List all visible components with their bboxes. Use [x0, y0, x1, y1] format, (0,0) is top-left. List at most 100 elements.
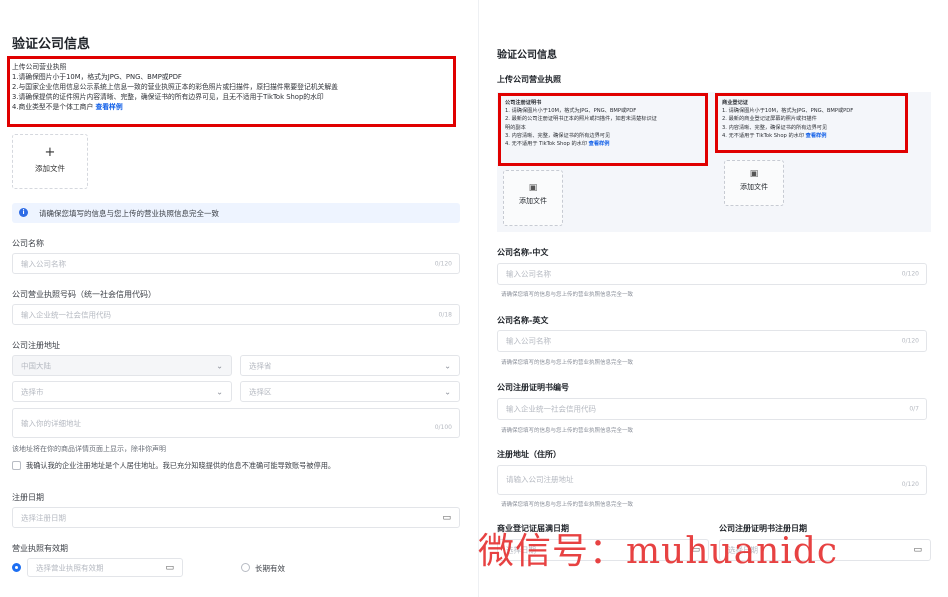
br-upload-label: 添加文件: [740, 183, 768, 191]
info-banner: i 请确保您填写的信息与您上传的营业执照信息完全一致: [12, 203, 460, 223]
br-req-1: 1. 请确保图片小于10M，格式为JPG、PNG、BMP或PDF: [722, 108, 854, 115]
br-sample-link[interactable]: 查看样例: [806, 133, 827, 139]
info-text: 请确保您填写的信息与您上传的营业执照信息完全一致: [39, 209, 219, 218]
validity-label: 营业执照有效期: [12, 544, 68, 553]
cert-number-counter: 0/7: [909, 405, 919, 413]
upload-heading: 上传公司营业执照: [497, 75, 561, 84]
image-icon: ▣: [528, 183, 538, 193]
address-label: 公司注册地址: [12, 341, 60, 350]
cert-req-3: 明的副本: [505, 124, 526, 131]
br-title: 商业登记证: [722, 100, 748, 106]
district-placeholder: 选择区: [249, 387, 272, 396]
left-form-panel: 验证公司信息 上传公司营业执照 1.请确保图片小于10M，格式为JPG、PNG、…: [0, 0, 468, 597]
company-name-placeholder: 输入公司名称: [21, 259, 66, 268]
company-name-input[interactable]: 输入公司名称 0/120: [12, 253, 460, 274]
cert-req-1: 1. 请确保图片小于10M，格式为JPG、PNG、BMP或PDF: [505, 108, 637, 115]
cn-name-input[interactable]: 输入公司名称 0/120: [497, 263, 927, 285]
calendar-icon: ▭: [913, 545, 922, 555]
reg-address-counter: 0/120: [901, 481, 919, 488]
cert-req-5-text: 4. 无不适用于 TikTok Shop 的水印: [505, 141, 588, 148]
validity-date-picker[interactable]: 选择营业执照有效期 ▭: [27, 558, 183, 577]
long-term-radio[interactable]: [241, 563, 250, 572]
page-title: 验证公司信息: [12, 37, 91, 52]
license-number-placeholder: 输入企业统一社会信用代码: [21, 310, 111, 319]
page-title: 验证公司信息: [497, 50, 557, 61]
district-select[interactable]: 选择区 ⌄: [240, 381, 460, 402]
company-name-counter: 0/120: [434, 260, 452, 267]
calendar-icon: ▭: [442, 512, 451, 523]
cn-name-counter: 0/120: [901, 270, 919, 278]
watermark-text: 微信号：muhuanidc: [478, 531, 839, 572]
long-term-label: 长期有效: [255, 564, 285, 573]
requirement-2: 2.与国家企业信用信息公示系统上信息一致的营业执照正本的彩色照片或扫描件，原扫描…: [12, 83, 338, 91]
city-select[interactable]: 选择市 ⌄: [12, 381, 232, 402]
chevron-down-icon: ⌄: [216, 387, 223, 396]
en-name-placeholder: 输入公司名称: [506, 336, 551, 346]
address-detail-counter: 0/100: [434, 424, 452, 431]
province-placeholder: 选择省: [249, 361, 272, 370]
reg-address-placeholder: 请输入公司注册地址: [506, 475, 574, 484]
br-requirements: 商业登记证 1. 请确保图片小于10M，格式为JPG、PNG、BMP或PDF 2…: [722, 99, 853, 140]
cert-number-input[interactable]: 输入企业统一社会信用代码 0/7: [497, 398, 927, 420]
upload-license-button[interactable]: + 添加文件: [12, 134, 88, 189]
cert-req-5: 4. 无不适用于 TikTok Shop 的水印 查看样例: [505, 140, 657, 148]
address-detail-textarea[interactable]: 输入你的详细地址 0/100: [12, 408, 460, 438]
br-req-3: 3. 内容清晰、完整，确保证书的所有边界可见: [722, 124, 828, 131]
cn-name-placeholder: 输入公司名称: [506, 269, 551, 279]
province-select[interactable]: 选择省 ⌄: [240, 355, 460, 376]
en-name-label: 公司名称-英文: [497, 316, 549, 325]
cert-number-hint: 请确保您填写的信息与您上传的营业执照信息完全一致: [501, 428, 634, 434]
validity-date-radio[interactable]: [12, 563, 21, 572]
upload-label: 添加文件: [35, 164, 65, 173]
br-req-2: 2. 最新的商业登记证屏幕的照片或扫描件: [722, 116, 817, 123]
requirement-3: 3.请确保提供的证件照片内容清晰、完整，确保证书的所有边界可见，且无不适用于Ti…: [12, 93, 324, 101]
sample-link[interactable]: 查看样例: [95, 103, 122, 111]
cert-upload-button[interactable]: ▣ 添加文件: [503, 170, 563, 226]
cert-number-placeholder: 输入企业统一社会信用代码: [506, 404, 596, 414]
en-name-hint: 请确保您填写的信息与您上传的营业执照信息完全一致: [501, 360, 634, 366]
country-value: 中国大陆: [21, 361, 51, 370]
br-req-4: 4. 无不适用于 TikTok Shop 的水印 查看样例: [722, 132, 853, 140]
calendar-icon: ▭: [165, 562, 174, 573]
country-select[interactable]: 中国大陆 ⌄: [12, 355, 232, 376]
city-placeholder: 选择市: [21, 387, 44, 396]
company-name-label: 公司名称: [12, 239, 44, 248]
requirements-block: 上传公司营业执照 1.请确保图片小于10M，格式为JPG、PNG、BMP或PDF…: [12, 62, 338, 112]
cert-req-2: 2. 最新的公司注册证明书正本的照片或扫描件，如若未清楚标识证: [505, 116, 657, 123]
cert-req-4: 3. 内容清晰、完整，确保证书的所有边界可见: [505, 132, 611, 139]
cert-requirements: 公司注册证明书 1. 请确保图片小于10M，格式为JPG、PNG、BMP或PDF…: [505, 99, 657, 148]
cert-upload-label: 添加文件: [519, 197, 547, 205]
cert-sample-link[interactable]: 查看样例: [589, 141, 610, 147]
chevron-down-icon: ⌄: [444, 387, 451, 396]
license-number-label: 公司营业执照号码（统一社会信用代码）: [12, 290, 156, 299]
right-form-panel: 验证公司信息 上传公司营业执照 公司注册证明书 1. 请确保图片小于10M，格式…: [478, 0, 948, 597]
requirement-1: 1.请确保图片小于10M，格式为JPG、PNG、BMP或PDF: [12, 73, 182, 81]
confirm-checkbox[interactable]: [12, 461, 21, 470]
license-number-input[interactable]: 输入企业统一社会信用代码 0/18: [12, 304, 460, 325]
license-number-counter: 0/18: [438, 311, 452, 318]
cn-name-hint: 请确保您填写的信息与您上传的营业执照信息完全一致: [501, 292, 634, 298]
cn-name-label: 公司名称-中文: [497, 248, 549, 257]
confirm-text: 我确认我的企业注册地址是个人居住地址。我已充分知晓提供的信息不准确可能导致账号被…: [26, 461, 336, 470]
chevron-down-icon: ⌄: [444, 361, 451, 370]
chevron-down-icon: ⌄: [216, 361, 223, 370]
reg-address-textarea[interactable]: 请输入公司注册地址 0/120: [497, 465, 927, 495]
en-name-input[interactable]: 输入公司名称 0/120: [497, 330, 927, 352]
image-icon: ▣: [749, 169, 759, 179]
requirement-4: 4.商业类型不是个体工商户 查看样例: [12, 102, 338, 112]
address-note: 该地址将在你的商品详情页面上显示，除非你声明: [12, 445, 166, 453]
reg-date-placeholder: 选择注册日期: [21, 513, 66, 522]
validity-placeholder: 选择营业执照有效期: [36, 563, 104, 572]
br-req-4-text: 4. 无不适用于 TikTok Shop 的水印: [722, 132, 805, 139]
reg-date-label: 注册日期: [12, 493, 44, 502]
address-detail-placeholder: 输入你的详细地址: [21, 419, 81, 428]
upload-heading: 上传公司营业执照: [12, 63, 67, 71]
plus-icon: +: [44, 145, 56, 160]
br-upload-button[interactable]: ▣ 添加文件: [724, 160, 784, 206]
reg-date-picker[interactable]: 选择注册日期 ▭: [12, 507, 460, 528]
reg-address-label: 注册地址（住所）: [497, 450, 561, 459]
cert-title: 公司注册证明书: [505, 100, 542, 106]
requirement-4-text: 4.商业类型不是个体工商户: [12, 103, 94, 111]
info-icon: i: [19, 208, 28, 217]
en-name-counter: 0/120: [901, 337, 919, 345]
